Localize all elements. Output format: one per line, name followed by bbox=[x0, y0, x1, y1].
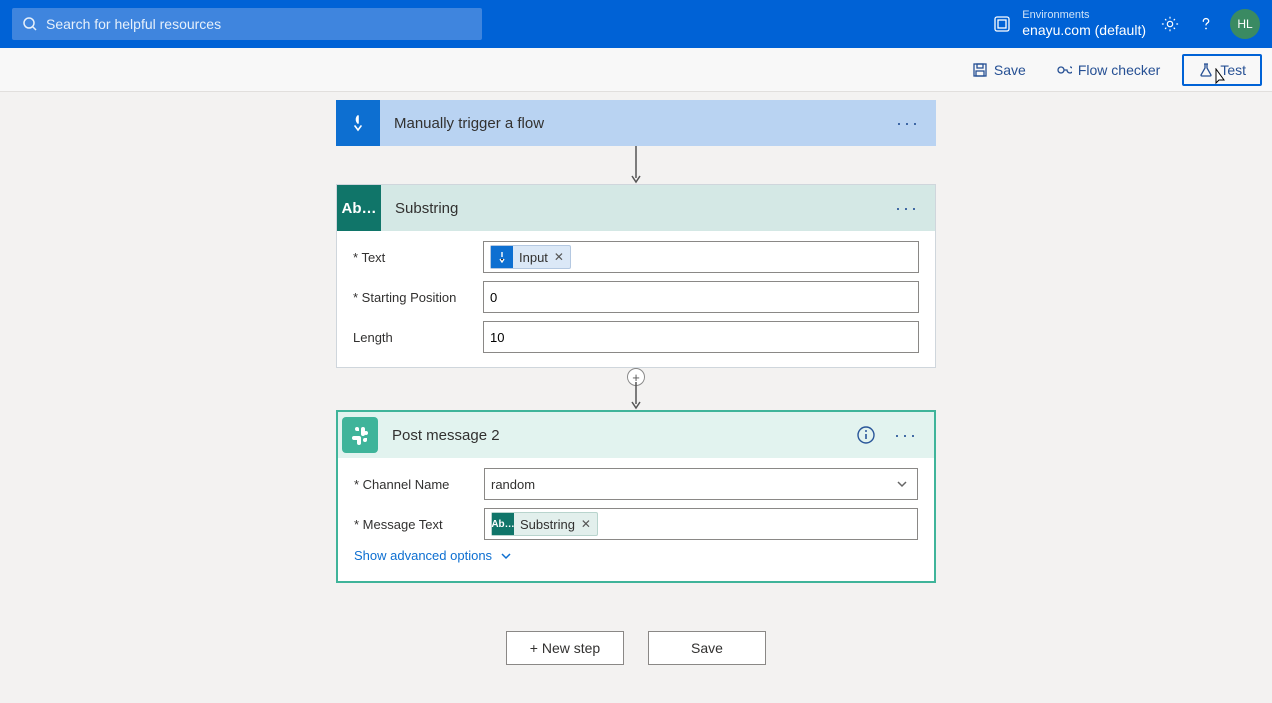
slack-icon bbox=[342, 417, 378, 453]
substring-title: Substring bbox=[395, 200, 877, 217]
message-field[interactable]: Ab… Substring ✕ bbox=[484, 508, 918, 540]
advanced-label: Show advanced options bbox=[354, 548, 492, 563]
trigger-icon bbox=[336, 100, 380, 146]
more-icon[interactable]: ··· bbox=[891, 198, 923, 219]
channel-value: random bbox=[491, 477, 535, 492]
show-advanced-options[interactable]: Show advanced options bbox=[354, 548, 918, 563]
substring-icon: Ab… bbox=[492, 513, 514, 535]
avatar[interactable]: HL bbox=[1230, 9, 1260, 39]
chevron-down-icon bbox=[500, 550, 512, 562]
flow-canvas: Manually trigger a flow ··· Ab… Substrin… bbox=[0, 92, 1272, 665]
message-label: Message Text bbox=[354, 517, 484, 532]
gear-icon[interactable] bbox=[1158, 12, 1182, 36]
bottom-buttons: + New step Save bbox=[506, 631, 766, 665]
environment-label: Environments bbox=[1022, 9, 1146, 22]
top-bar: Environments enayu.com (default) HL bbox=[0, 0, 1272, 48]
channel-field[interactable]: random bbox=[484, 468, 918, 500]
input-token[interactable]: Input ✕ bbox=[490, 245, 571, 269]
trigger-card[interactable]: Manually trigger a flow ··· bbox=[336, 100, 936, 146]
start-input[interactable] bbox=[490, 290, 912, 305]
trigger-icon bbox=[491, 246, 513, 268]
test-button-label: Test bbox=[1220, 62, 1246, 78]
environment-icon bbox=[992, 14, 1012, 34]
more-icon[interactable]: ··· bbox=[892, 113, 924, 134]
flow-checker-button[interactable]: Flow checker bbox=[1048, 56, 1168, 84]
length-input[interactable] bbox=[490, 330, 912, 345]
length-field[interactable] bbox=[483, 321, 919, 353]
search-box[interactable] bbox=[12, 8, 482, 40]
substring-icon: Ab… bbox=[337, 185, 381, 231]
substring-card[interactable]: Ab… Substring ··· Text Input ✕ Start bbox=[336, 184, 936, 368]
search-input[interactable] bbox=[46, 16, 472, 32]
remove-token-icon[interactable]: ✕ bbox=[554, 250, 564, 264]
new-step-button[interactable]: + New step bbox=[506, 631, 624, 665]
save-flow-button[interactable]: Save bbox=[648, 631, 766, 665]
length-label: Length bbox=[353, 330, 483, 345]
environment-name: enayu.com (default) bbox=[1022, 22, 1146, 39]
environment-picker[interactable]: Environments enayu.com (default) bbox=[992, 9, 1146, 39]
chevron-down-icon[interactable] bbox=[895, 477, 909, 491]
flow-arrow: + bbox=[627, 368, 645, 410]
trigger-title: Manually trigger a flow bbox=[394, 115, 878, 132]
info-icon[interactable] bbox=[856, 425, 876, 445]
substring-token[interactable]: Ab… Substring ✕ bbox=[491, 512, 598, 536]
search-icon bbox=[22, 16, 38, 32]
save-button-label: Save bbox=[994, 62, 1026, 78]
flow-checker-label: Flow checker bbox=[1078, 62, 1160, 78]
token-label: Substring bbox=[520, 517, 575, 532]
token-label: Input bbox=[519, 250, 548, 265]
save-button[interactable]: Save bbox=[964, 56, 1034, 84]
text-field[interactable]: Input ✕ bbox=[483, 241, 919, 273]
post-message-card[interactable]: Post message 2 ··· Channel Name random M… bbox=[336, 410, 936, 583]
start-field[interactable] bbox=[483, 281, 919, 313]
flow-arrow bbox=[630, 146, 642, 184]
test-button[interactable]: Test bbox=[1182, 54, 1262, 86]
action-toolbar: Save Flow checker Test bbox=[0, 48, 1272, 92]
remove-token-icon[interactable]: ✕ bbox=[581, 517, 591, 531]
channel-label: Channel Name bbox=[354, 477, 484, 492]
help-icon[interactable] bbox=[1194, 12, 1218, 36]
start-label: Starting Position bbox=[353, 290, 483, 305]
post-message-title: Post message 2 bbox=[392, 427, 842, 444]
more-icon[interactable]: ··· bbox=[890, 425, 922, 446]
text-label: Text bbox=[353, 250, 483, 265]
